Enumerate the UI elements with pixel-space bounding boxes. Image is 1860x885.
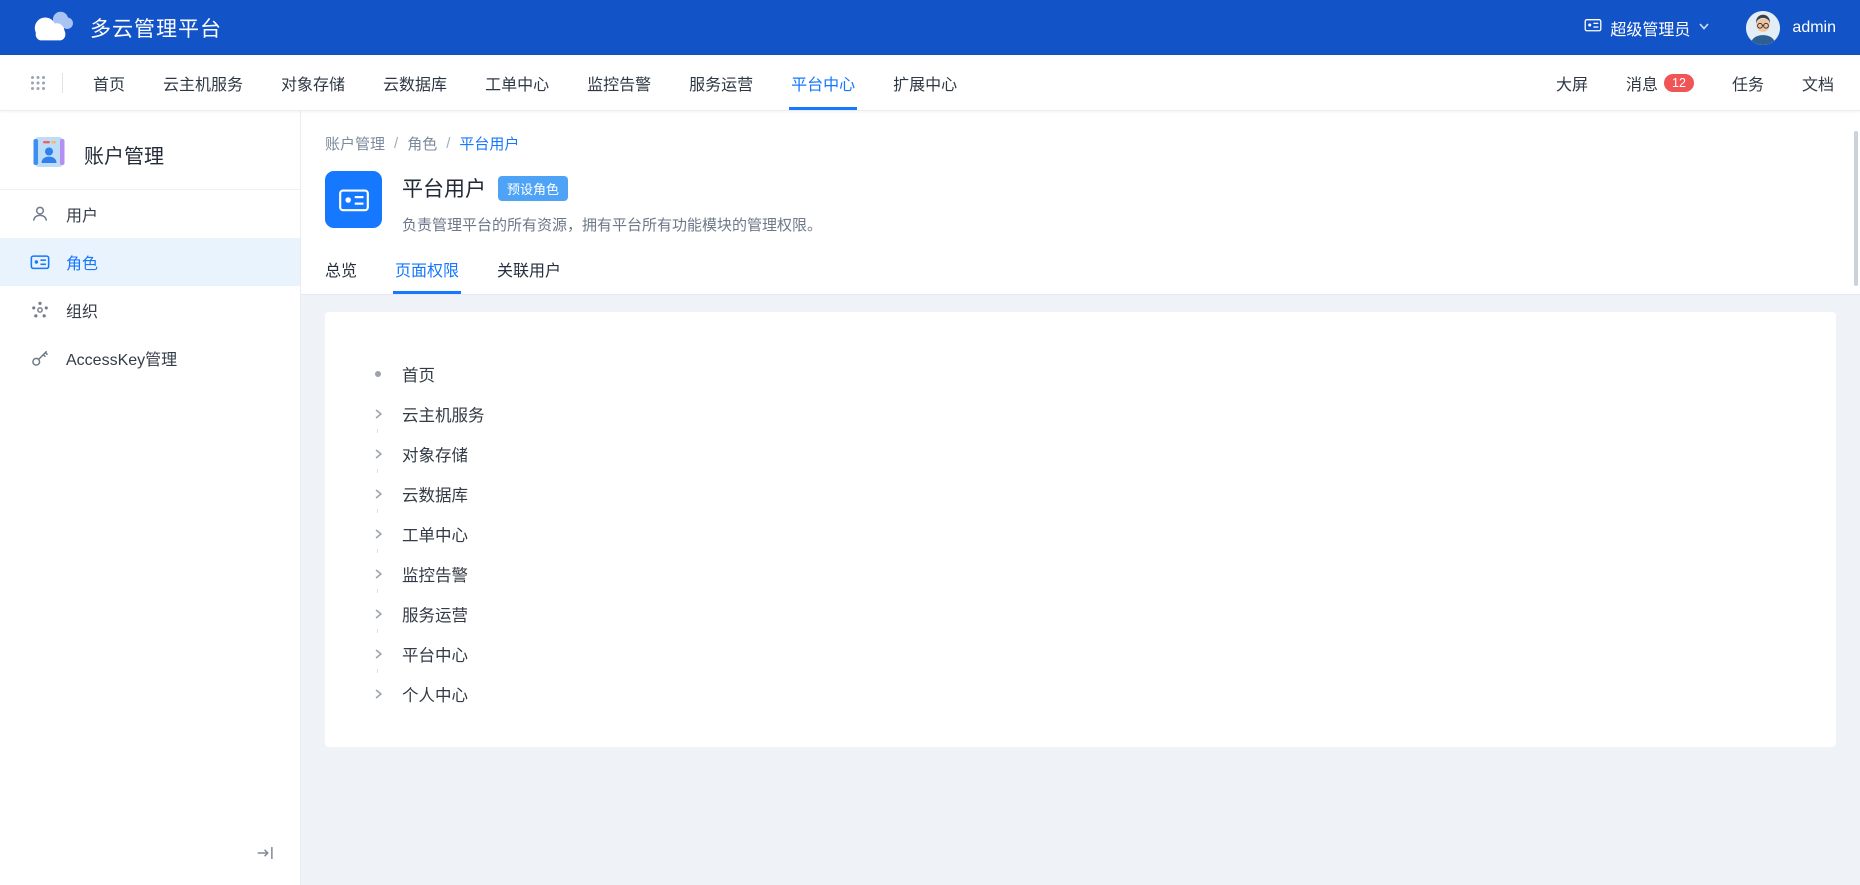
breadcrumb-separator: / [446, 135, 450, 152]
role-idcard-icon [325, 171, 382, 228]
main-navbar: 首页 云主机服务 对象存储 云数据库 工单中心 监控告警 服务运营 平台中心 扩… [0, 55, 1860, 111]
user-icon [30, 204, 50, 224]
idcard-icon [30, 252, 50, 272]
role-switcher-dropdown[interactable]: 超级管理员 [1584, 16, 1710, 40]
preset-role-tag: 预设角色 [498, 176, 568, 201]
nav-item-ticket-center[interactable]: 工单中心 [483, 55, 551, 110]
key-icon [30, 348, 50, 368]
chevron-right-icon[interactable] [365, 562, 391, 586]
chevron-right-icon[interactable] [365, 402, 391, 426]
chevron-down-icon [1698, 19, 1710, 37]
tree-row-platform-center[interactable]: 平台中心 [365, 634, 1836, 674]
tree-row-service-ops[interactable]: 服务运营 [365, 594, 1836, 634]
tree-row-cloud-database[interactable]: 云数据库 [365, 474, 1836, 514]
nav-item-cloud-database[interactable]: 云数据库 [381, 55, 449, 110]
nav-item-extension-center[interactable]: 扩展中心 [891, 55, 959, 110]
app-window: 多云管理平台 超级管理员 [0, 0, 1860, 885]
waffle-grid-icon[interactable] [30, 75, 46, 91]
main-content: 账户管理 / 角色 / 平台用户 [301, 111, 1860, 885]
tab-overview[interactable]: 总览 [325, 257, 357, 294]
top-header: 多云管理平台 超级管理员 [0, 0, 1860, 55]
role-meta: 平台用户 预设角色 负责管理平台的所有资源，拥有平台所有功能模块的管理权限。 [402, 171, 822, 235]
detail-header-section: 账户管理 / 角色 / 平台用户 [301, 111, 1860, 295]
tree-row-object-storage[interactable]: 对象存储 [365, 434, 1836, 474]
tab-panel-page-permissions: 首页 云主机服务 对象存储 [301, 295, 1860, 885]
nav-item-docs[interactable]: 文档 [1800, 71, 1836, 95]
contact-book-icon [30, 133, 68, 176]
tree-row-monitoring[interactable]: 监控告警 [365, 554, 1836, 594]
sidebar-header: 账户管理 [0, 120, 300, 190]
permission-tree-card: 首页 云主机服务 对象存储 [325, 312, 1836, 747]
nav-right-group: 大屏 消息 12 任务 文档 [1554, 71, 1836, 95]
nav-item-home[interactable]: 首页 [91, 55, 127, 110]
tree-row-cloud-host[interactable]: 云主机服务 [365, 394, 1836, 434]
tree-leaf-dot-icon [365, 362, 391, 386]
nav-item-cloud-host[interactable]: 云主机服务 [161, 55, 245, 110]
breadcrumb-separator: / [394, 135, 398, 152]
vertical-scrollbar-thumb[interactable] [1854, 131, 1858, 286]
role-description: 负责管理平台的所有资源，拥有平台所有功能模块的管理权限。 [402, 214, 822, 235]
username-label[interactable]: admin [1792, 19, 1836, 37]
page-body: 账户管理 用户 角色 [0, 111, 1860, 885]
nav-divider [62, 73, 63, 93]
chevron-right-icon[interactable] [365, 522, 391, 546]
breadcrumb-account[interactable]: 账户管理 [325, 133, 385, 154]
role-header: 平台用户 预设角色 负责管理平台的所有资源，拥有平台所有功能模块的管理权限。 [325, 171, 1860, 235]
account-sidebar: 账户管理 用户 角色 [0, 111, 301, 885]
role-name: 平台用户 [402, 173, 486, 203]
collapse-sidebar-icon[interactable] [252, 840, 278, 866]
tree-row-personal-center[interactable]: 个人中心 [365, 674, 1836, 714]
nav-item-service-ops[interactable]: 服务运营 [687, 55, 755, 110]
nav-item-monitoring[interactable]: 监控告警 [585, 55, 653, 110]
nav-item-platform-center[interactable]: 平台中心 [789, 55, 857, 110]
sidebar-item-label: 角色 [66, 250, 98, 274]
org-cluster-icon [30, 300, 50, 320]
nav-menu: 首页 云主机服务 对象存储 云数据库 工单中心 监控告警 服务运营 平台中心 扩… [91, 55, 959, 110]
nav-item-tasks[interactable]: 任务 [1730, 71, 1766, 95]
role-switcher-label: 超级管理员 [1610, 16, 1690, 40]
messages-count-badge: 12 [1664, 74, 1694, 92]
breadcrumb-current: 平台用户 [459, 133, 519, 154]
sidebar-item-accesskey[interactable]: AccessKey管理 [0, 334, 300, 382]
tab-associated-users[interactable]: 关联用户 [497, 257, 561, 294]
sidebar-title: 账户管理 [84, 140, 164, 169]
nav-item-big-screen[interactable]: 大屏 [1554, 71, 1590, 95]
messages-label: 消息 [1626, 71, 1658, 95]
tab-page-permissions[interactable]: 页面权限 [395, 257, 459, 294]
tree-row-ticket-center[interactable]: 工单中心 [365, 514, 1836, 554]
chevron-right-icon[interactable] [365, 602, 391, 626]
user-avatar[interactable] [1746, 11, 1780, 45]
idcard-icon [1584, 16, 1602, 39]
nav-item-messages[interactable]: 消息 12 [1624, 71, 1696, 95]
sidebar-item-organization[interactable]: 组织 [0, 286, 300, 334]
chevron-right-icon[interactable] [365, 642, 391, 666]
sidebar-item-users[interactable]: 用户 [0, 190, 300, 238]
cloud-logo-icon [28, 5, 74, 51]
breadcrumb: 账户管理 / 角色 / 平台用户 [325, 111, 1860, 154]
breadcrumb-roles[interactable]: 角色 [407, 133, 437, 154]
sidebar-item-label: AccessKey管理 [66, 346, 177, 370]
sidebar-item-roles[interactable]: 角色 [0, 238, 300, 286]
tree-row-home[interactable]: 首页 [365, 354, 1836, 394]
chevron-right-icon[interactable] [365, 442, 391, 466]
sidebar-item-label: 用户 [66, 202, 98, 226]
nav-item-object-storage[interactable]: 对象存储 [279, 55, 347, 110]
role-detail-tabs: 总览 页面权限 关联用户 [325, 257, 1860, 294]
chevron-right-icon[interactable] [365, 482, 391, 506]
chevron-right-icon[interactable] [365, 682, 391, 706]
sidebar-item-label: 组织 [66, 298, 98, 322]
app-title: 多云管理平台 [90, 13, 222, 43]
